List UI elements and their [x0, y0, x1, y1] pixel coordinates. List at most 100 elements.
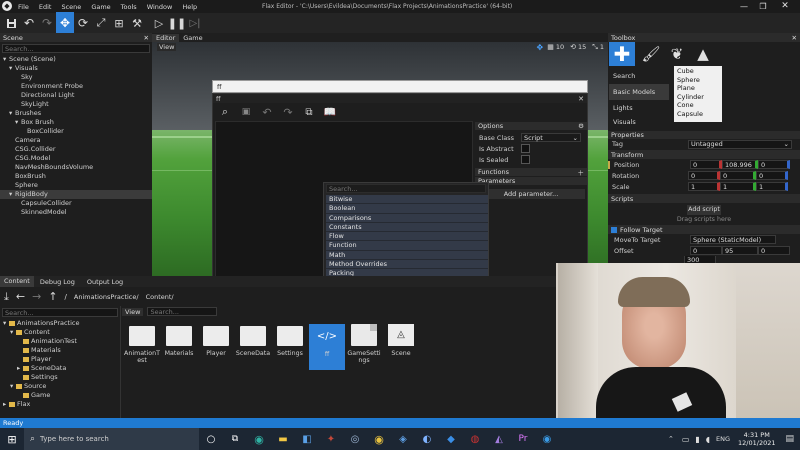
toolbox-tab[interactable]: Toolbox: [611, 34, 635, 42]
scene-tree-item[interactable]: Directional Light: [0, 91, 152, 100]
forward-icon[interactable]: →: [32, 290, 41, 303]
content-tile[interactable]: ◬ Scene: [383, 324, 419, 357]
model-item[interactable]: Capsule: [677, 110, 722, 119]
context-menu-item[interactable]: Flow: [326, 232, 488, 242]
context-menu-item[interactable]: Method Overrides: [326, 260, 488, 270]
content-tile[interactable]: Player: [198, 324, 234, 357]
scene-tree-item[interactable]: SkinnedModel: [0, 208, 152, 217]
terrain-icon[interactable]: ▲: [693, 45, 713, 63]
clock[interactable]: 4:31 PM 12/01/2021: [738, 431, 775, 447]
content-tree-item[interactable]: Player: [0, 355, 120, 364]
rotate-snap-icon[interactable]: ⟲: [570, 43, 576, 51]
breadcrumb-project[interactable]: AnimationsPractice/: [74, 293, 139, 301]
rotation-y-field[interactable]: 0: [720, 171, 756, 180]
scene-tree-item[interactable]: BoxCollider: [0, 127, 152, 136]
app-icon[interactable]: ◉: [535, 434, 559, 445]
context-search-input[interactable]: Search...: [326, 184, 486, 193]
gizmo-move-icon[interactable]: ✥: [536, 43, 543, 52]
tab-game[interactable]: Game: [179, 34, 206, 42]
toolbox-category-search[interactable]: Search: [609, 68, 669, 84]
speed-field[interactable]: 300: [684, 256, 716, 263]
options-gear-icon[interactable]: ⚙: [578, 122, 584, 130]
search-icon[interactable]: ⌕: [216, 101, 234, 123]
toolbox-category-basic-models[interactable]: Basic Models: [609, 84, 669, 100]
rotate-snap-value[interactable]: 15: [578, 43, 586, 51]
content-tile[interactable]: </> ff: [309, 324, 345, 370]
content-tree-item[interactable]: ▾ AnimationsPractice: [0, 319, 120, 328]
undo-icon[interactable]: ↶: [20, 12, 38, 34]
redo-icon[interactable]: ↷: [279, 101, 297, 123]
build-icon[interactable]: ⚒: [128, 12, 146, 34]
content-tile[interactable]: Materials: [161, 324, 197, 357]
model-item[interactable]: Sphere: [677, 76, 722, 85]
store-icon[interactable]: ◧: [295, 434, 319, 445]
tag-dropdown[interactable]: Untagged ⌄: [688, 139, 792, 149]
scene-tab[interactable]: Scene: [3, 34, 23, 42]
content-tree-search[interactable]: Search...: [2, 308, 118, 317]
back-icon[interactable]: ←: [16, 290, 25, 303]
network-icon[interactable]: ▭: [682, 435, 690, 444]
chrome-icon[interactable]: ◉: [367, 433, 391, 446]
position-y-field[interactable]: 108.996: [722, 160, 758, 169]
menu-game[interactable]: Game: [91, 3, 110, 11]
scale-x-field[interactable]: 1: [688, 182, 720, 191]
rotation-z-field[interactable]: 0: [756, 171, 788, 180]
content-tree-item[interactable]: ▾ Source: [0, 382, 120, 391]
foliage-icon[interactable]: ❦: [667, 45, 687, 63]
is-sealed-checkbox[interactable]: [521, 155, 530, 164]
windows-start-icon[interactable]: ⊞: [0, 428, 24, 450]
add-object-icon[interactable]: ✚: [609, 42, 635, 66]
redo-icon[interactable]: ↷: [38, 12, 56, 34]
tab-content[interactable]: Content: [0, 276, 34, 287]
base-class-dropdown[interactable]: Script ⌄: [521, 133, 581, 142]
grid-snap-value[interactable]: 10: [556, 43, 564, 51]
close-scene-tab-icon[interactable]: ✕: [144, 34, 149, 42]
context-menu-item[interactable]: Boolean: [326, 204, 488, 214]
model-item[interactable]: Cylinder: [677, 93, 722, 102]
menu-edit[interactable]: Edit: [39, 3, 52, 11]
scene-tree-item[interactable]: NavMeshBoundsVolume: [0, 163, 152, 172]
minimize-icon[interactable]: —: [738, 1, 750, 11]
content-view-menu[interactable]: View: [122, 307, 144, 316]
notifications-icon[interactable]: ▤: [785, 434, 794, 444]
file-explorer-icon[interactable]: ▬: [271, 434, 295, 445]
scene-tree-item[interactable]: SkyLight: [0, 100, 152, 109]
app-icon[interactable]: ◐: [415, 434, 439, 445]
scene-tree-item[interactable]: ▾ Brushes: [0, 109, 152, 118]
scene-tree-item[interactable]: ▾ RigidBody: [0, 190, 152, 199]
context-menu-item[interactable]: Bitwise: [326, 195, 488, 205]
content-tree-item[interactable]: ▸ SceneData: [0, 364, 120, 373]
up-icon[interactable]: ↑: [48, 290, 57, 303]
scene-tree-item[interactable]: ▾ Box Brush: [0, 118, 152, 127]
undo-icon[interactable]: ↶: [258, 101, 276, 123]
content-tile[interactable]: AnimationTest: [124, 324, 160, 364]
scene-tree-item[interactable]: Sphere: [0, 181, 152, 190]
content-tree-item[interactable]: ▸ Flax: [0, 400, 120, 409]
toolbox-category-lights[interactable]: Lights: [609, 100, 669, 116]
tab-output-log[interactable]: Output Log: [81, 278, 129, 286]
steam-icon[interactable]: ◎: [343, 434, 367, 445]
is-abstract-checkbox[interactable]: [521, 144, 530, 153]
docs-icon[interactable]: 📖: [321, 101, 339, 123]
scene-tree-item[interactable]: CSG.Collider: [0, 145, 152, 154]
scene-tree-item[interactable]: CapsuleCollider: [0, 199, 152, 208]
rotation-x-field[interactable]: 0: [688, 171, 720, 180]
script-search-value[interactable]: ff: [217, 83, 221, 91]
content-tree-item[interactable]: Game: [0, 391, 120, 400]
context-menu-item[interactable]: Constants: [326, 222, 488, 233]
save-icon[interactable]: ▣: [237, 101, 255, 123]
close-window-icon[interactable]: ✕: [779, 1, 791, 11]
script-search-bar[interactable]: ff: [212, 80, 588, 93]
toolbox-category-visuals[interactable]: Visuals: [609, 116, 669, 128]
moveto-field[interactable]: Sphere (StaticModel): [690, 235, 776, 244]
context-menu-item[interactable]: Comparisons: [326, 213, 488, 223]
transform-header[interactable]: Transform: [608, 150, 800, 159]
offset-x-field[interactable]: 0: [690, 246, 722, 255]
position-x-field[interactable]: 0: [690, 160, 722, 169]
scripts-header[interactable]: Scripts: [608, 194, 800, 203]
tray-chevron-icon[interactable]: ⌃: [668, 435, 674, 443]
maximize-icon[interactable]: ❐: [757, 1, 769, 11]
task-view-icon[interactable]: ⧉: [223, 434, 247, 444]
taskbar-search-box[interactable]: ⌕ Type here to search: [24, 428, 199, 450]
play-icon[interactable]: ▷: [150, 12, 168, 34]
